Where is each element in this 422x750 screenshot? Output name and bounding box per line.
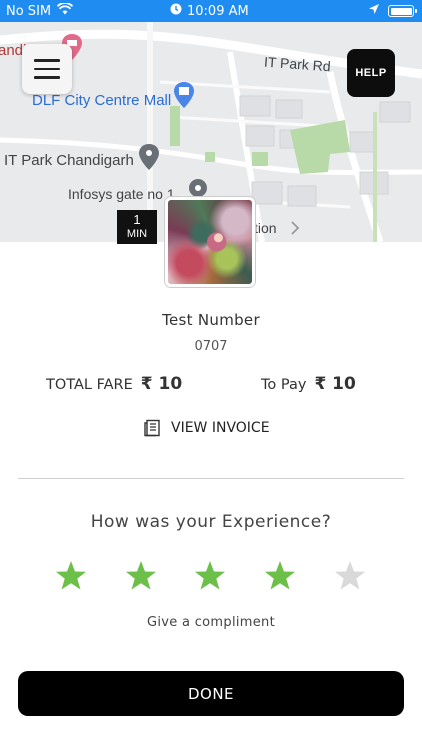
done-button[interactable]: DONE xyxy=(18,671,404,716)
total-fare-amount: ₹ 10 xyxy=(140,374,183,394)
hamburger-icon-line xyxy=(34,67,60,71)
clock-time: 10:09 AM xyxy=(187,3,249,19)
menu-button[interactable] xyxy=(22,44,72,94)
eta-unit: MIN xyxy=(126,228,148,240)
view-invoice-label: VIEW INVOICE xyxy=(171,420,270,436)
to-pay-label: To Pay xyxy=(261,377,307,393)
driver-code: 0707 xyxy=(194,339,228,354)
to-pay-amount: ₹ 10 xyxy=(314,374,356,394)
map-label-dlf-mall: DLF City Centre Mall xyxy=(32,92,172,109)
hamburger-icon-line xyxy=(34,59,60,62)
location-arrow-icon xyxy=(368,3,380,19)
alarm-icon xyxy=(170,3,182,19)
total-fare: TOTAL FARE ₹ 10 xyxy=(46,374,182,394)
map-label-it-park: IT Park Chandigarh xyxy=(4,152,134,169)
star-icon-5[interactable] xyxy=(334,560,366,592)
carrier-label: No SIM xyxy=(6,3,52,19)
star-icon-4[interactable] xyxy=(264,560,296,592)
star-icon-1[interactable] xyxy=(55,560,87,592)
rating-stars xyxy=(0,560,422,592)
driver-avatar xyxy=(165,197,255,287)
star-icon-3[interactable] xyxy=(194,560,226,592)
driver-name: Test Number xyxy=(162,311,260,329)
experience-title: How was your Experience? xyxy=(90,512,332,532)
give-compliment-link[interactable]: Give a compliment xyxy=(0,615,422,630)
map-label-partial-right: tion xyxy=(254,220,277,236)
battery-icon xyxy=(388,5,417,17)
help-button[interactable]: HELP xyxy=(347,49,395,97)
eta-value: 1 xyxy=(133,212,141,227)
star-icon-2[interactable] xyxy=(125,560,157,592)
status-bar: No SIM 10:09 AM xyxy=(0,0,422,22)
to-pay: To Pay ₹ 10 xyxy=(261,374,356,394)
wifi-icon xyxy=(56,2,74,19)
total-fare-label: TOTAL FARE xyxy=(46,377,133,393)
eta-badge: 1 MIN xyxy=(117,210,157,244)
hamburger-icon-line xyxy=(34,76,60,79)
invoice-icon xyxy=(143,419,161,437)
divider xyxy=(18,478,404,479)
view-invoice-link[interactable]: VIEW INVOICE xyxy=(143,419,270,437)
map-label-infosys: Infosys gate no 1 xyxy=(68,186,175,202)
